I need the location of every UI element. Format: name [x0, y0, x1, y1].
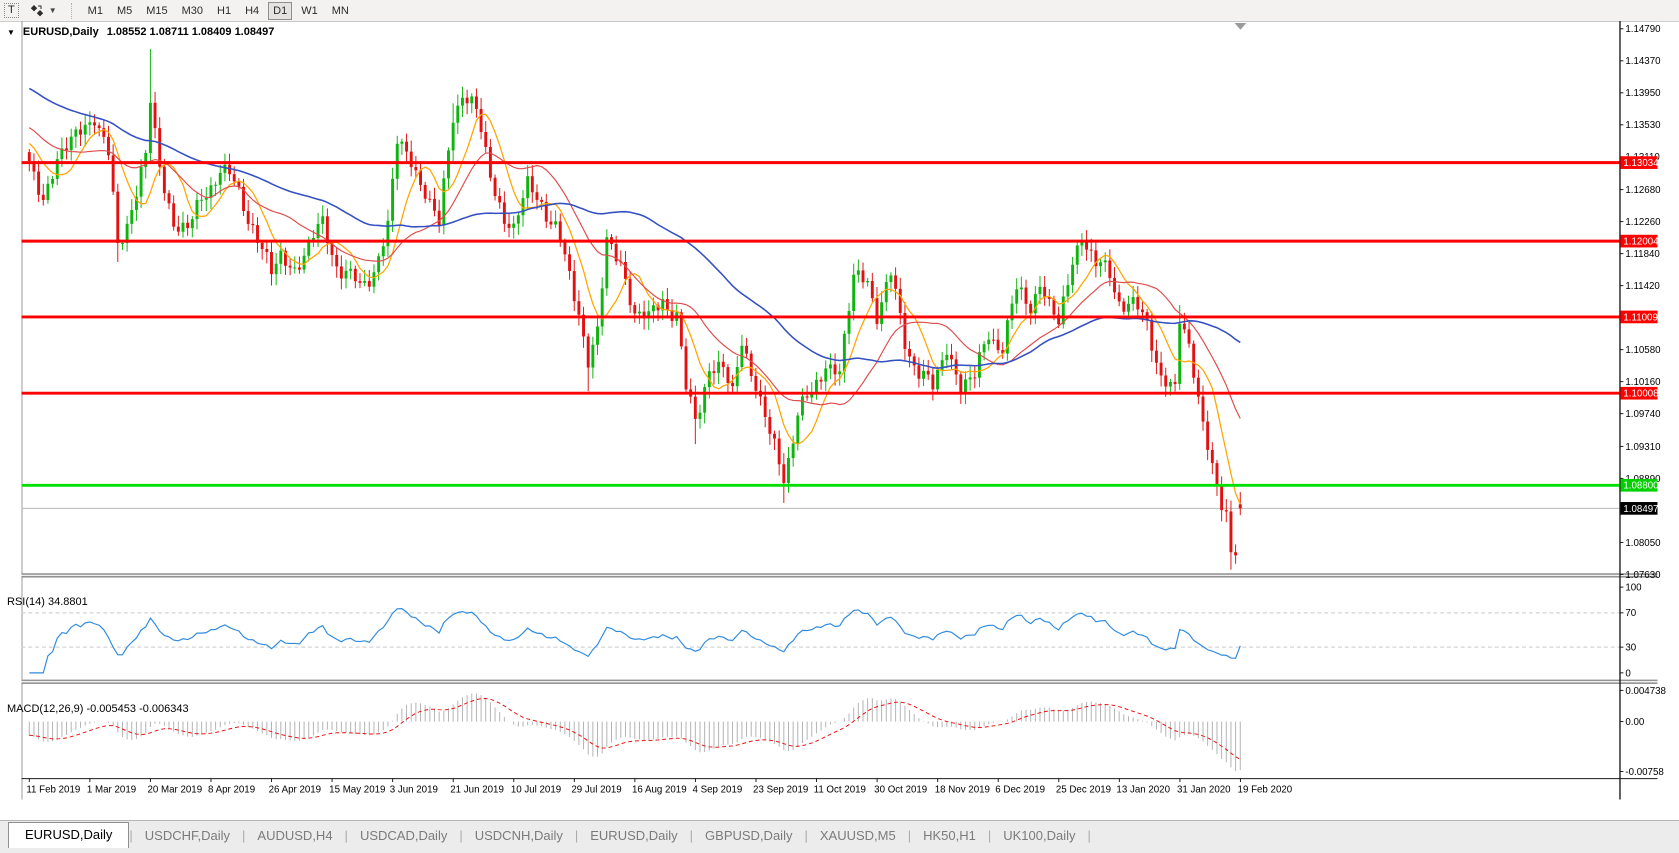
price-tick-1.13530: 1.13530: [1625, 120, 1661, 131]
timeframe-button-m5[interactable]: M5: [112, 2, 137, 20]
price-tick-1.13950: 1.13950: [1625, 88, 1661, 99]
date-tick-16-Aug-2019: 16 Aug 2019: [632, 785, 687, 796]
date-tick-31-Jan-2020: 31 Jan 2020: [1177, 785, 1231, 796]
toolbar-separator: [71, 3, 77, 19]
date-tick-19-Feb-2020: 19 Feb 2020: [1238, 785, 1293, 796]
date-tick-4-Sep-2019: 4 Sep 2019: [693, 785, 743, 796]
tab-eurusd-daily[interactable]: EURUSD,Daily: [578, 824, 689, 847]
date-tick-30-Oct-2019: 30 Oct 2019: [874, 785, 927, 796]
line-price-label-1.13034: 1.13034: [1623, 158, 1659, 169]
current-price-label: 1.08497: [1623, 504, 1658, 515]
price-tick-1.08050: 1.08050: [1625, 538, 1661, 549]
line-price-label-1.11009: 1.11009: [1623, 312, 1657, 323]
chart-symbol: EURUSD,Daily: [23, 26, 99, 38]
tab-usdcnh-daily[interactable]: USDCNH,Daily: [463, 824, 575, 847]
rsi-tick-100: 100: [1625, 583, 1642, 594]
timeframe-buttons: M1M5M15 M30H1H4D1W1MN: [83, 2, 354, 20]
candles-layer: [28, 49, 1242, 570]
rsi-tick-70: 70: [1625, 608, 1636, 619]
ma-mid-line: [29, 128, 1240, 419]
price-tick-1.10580: 1.10580: [1625, 345, 1661, 356]
rsi-indicator-label: RSI(14) 34.8801: [7, 596, 88, 608]
diamonds-icon: [29, 4, 46, 18]
chart-shift-marker[interactable]: [1235, 23, 1247, 30]
price-tick-1.11840: 1.11840: [1625, 249, 1660, 260]
chart-title: ▼ EURUSD,Daily 1.08552 1.08711 1.08409 1…: [7, 26, 274, 38]
macd-tick--0.00758: -0.00758: [1625, 767, 1663, 778]
date-tick-8-Apr-2019: 8 Apr 2019: [208, 785, 255, 796]
price-tick-1.12260: 1.12260: [1625, 217, 1661, 228]
date-tick-18-Nov-2019: 18 Nov 2019: [935, 785, 990, 796]
tab-xauusd-m5[interactable]: XAUUSD,M5: [808, 824, 908, 847]
tab-usdchf-daily[interactable]: USDCHF,Daily: [133, 824, 242, 847]
macd-tick-0.004738: 0.004738: [1625, 686, 1666, 697]
date-tick-29-Jul-2019: 29 Jul 2019: [571, 785, 621, 796]
tab-active-eurusd-daily[interactable]: EURUSD,Daily: [8, 822, 129, 848]
timeframe-button-h4[interactable]: H4: [240, 2, 264, 20]
objects-dropdown-button[interactable]: ▼: [25, 1, 61, 20]
rsi-tick-0: 0: [1625, 668, 1631, 679]
timeframe-button-m1[interactable]: M1: [83, 2, 108, 20]
text-tool-icon: T: [4, 3, 19, 18]
tab-separator: |: [1088, 828, 1091, 843]
date-tick-10-Jul-2019: 10 Jul 2019: [511, 785, 561, 796]
date-tick-3-Jun-2019: 3 Jun 2019: [390, 785, 438, 796]
toolbar: T ▼ M1M5M15 M30H1H4D1W1MN: [0, 0, 1679, 22]
macd-indicator-label: MACD(12,26,9) -0.005453 -0.006343: [7, 703, 189, 715]
price-tick-1.14370: 1.14370: [1625, 56, 1661, 67]
mt4-window: T ▼ M1M5M15 M30H1H4D1W1MN 1.14790 1.14370 1…: [0, 0, 1679, 853]
timeframe-button-mn[interactable]: MN: [327, 2, 354, 20]
chart-canvas[interactable]: 1.147901.143701.139501.135301.131101.126…: [0, 21, 1679, 820]
inactive-tabs: |USDCHF,Daily|AUDUSD,H4|USDCAD,Daily|USD…: [129, 822, 1091, 848]
date-tick-11-Oct-2019: 11 Oct 2019: [814, 785, 866, 796]
date-tick-20-Mar-2019: 20 Mar 2019: [147, 785, 202, 796]
price-tick-1.09310: 1.09310: [1625, 442, 1661, 453]
line-price-label-1.08800: 1.08800: [1623, 481, 1659, 492]
rsi-tick-30: 30: [1625, 643, 1636, 654]
date-tick-6-Dec-2019: 6 Dec 2019: [995, 785, 1045, 796]
tab-hk50-h1[interactable]: HK50,H1: [911, 824, 988, 847]
price-tick-1.12680: 1.12680: [1625, 185, 1661, 196]
price-tick-1.14790: 1.14790: [1625, 24, 1661, 35]
macd-histogram: [29, 693, 1240, 771]
date-tick-25-Dec-2019: 25 Dec 2019: [1056, 785, 1111, 796]
price-tick-1.09740: 1.09740: [1625, 409, 1661, 420]
tab-uk100-daily[interactable]: UK100,Daily: [991, 824, 1087, 847]
price-tick-1.10160: 1.10160: [1625, 377, 1661, 388]
macd-tick-0.00: 0.00: [1625, 717, 1645, 728]
text-tool-button[interactable]: T: [0, 1, 23, 20]
price-tick-1.07630: 1.07630: [1625, 570, 1661, 581]
chevron-down-icon: ▼: [49, 6, 57, 15]
date-tick-21-Jun-2019: 21 Jun 2019: [450, 785, 504, 796]
tab-gbpusd-daily[interactable]: GBPUSD,Daily: [693, 824, 804, 847]
line-price-label-1.10008: 1.10008: [1623, 389, 1658, 400]
price-tick-1.11420: 1.11420: [1625, 281, 1660, 292]
date-tick-23-Sep-2019: 23 Sep 2019: [753, 785, 808, 796]
chart-ohlc: 1.08552 1.08711 1.08409 1.08497: [107, 26, 275, 38]
collapse-arrow-icon[interactable]: ▼: [7, 28, 15, 37]
timeframe-button-h1[interactable]: H1: [212, 2, 236, 20]
tab-usdcad-daily[interactable]: USDCAD,Daily: [348, 824, 459, 847]
timeframe-button-m30[interactable]: M30: [177, 2, 208, 20]
timeframe-button-m15[interactable]: M15: [141, 2, 172, 20]
date-tick-13-Jan-2020: 13 Jan 2020: [1116, 785, 1170, 796]
timeframe-button-w1[interactable]: W1: [296, 2, 323, 20]
date-tick-15-May-2019: 15 May 2019: [329, 785, 385, 796]
tab-audusd-h4[interactable]: AUDUSD,H4: [245, 824, 344, 847]
chart-tabs-bar: EURUSD,Daily |USDCHF,Daily|AUDUSD,H4|USD…: [0, 820, 1679, 853]
date-tick-11-Feb-2019: 11 Feb 2019: [26, 785, 80, 796]
date-tick-1-Mar-2019: 1 Mar 2019: [87, 785, 136, 796]
rsi-line: [29, 609, 1240, 673]
date-tick-26-Apr-2019: 26 Apr 2019: [269, 785, 322, 796]
line-price-label-1.12004: 1.12004: [1623, 237, 1659, 248]
timeframe-button-d1[interactable]: D1: [268, 2, 292, 20]
